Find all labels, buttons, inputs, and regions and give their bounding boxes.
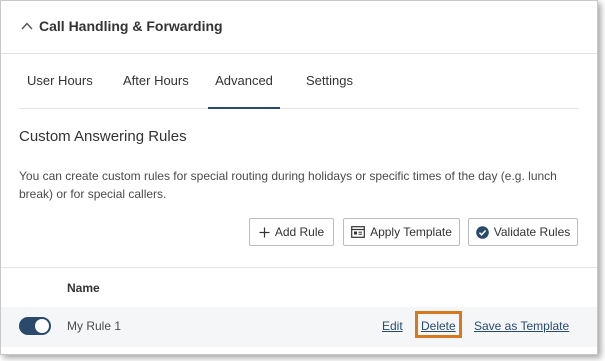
tab-after-hours[interactable]: After Hours [123,53,189,108]
tab-user-hours[interactable]: User Hours [27,53,93,108]
tab-settings[interactable]: Settings [306,53,353,108]
panel-header[interactable]: Call Handling & Forwarding [1,1,597,54]
rule-enabled-toggle[interactable] [19,317,51,335]
add-rule-button[interactable]: Add Rule [249,218,334,246]
table-header: Name [1,267,597,308]
add-rule-label: Add Rule [274,225,325,239]
chevron-up-icon[interactable] [19,18,35,34]
table-row: My Rule 1 Edit Delete Save as Template [1,307,597,347]
tab-advanced[interactable]: Advanced [208,53,280,109]
check-circle-icon [475,225,489,239]
rule-name: My Rule 1 [67,319,122,333]
section-title: Custom Answering Rules [19,128,187,145]
plus-icon [259,227,270,238]
toggle-knob [35,319,49,333]
apply-template-button[interactable]: Apply Template [343,218,460,246]
section-description: You can create custom rules for special … [19,169,557,201]
save-as-template-link[interactable]: Save as Template [474,319,569,333]
edit-link[interactable]: Edit [382,319,403,333]
apply-template-label: Apply Template [370,225,452,239]
column-header-name: Name [67,281,100,295]
template-icon [351,226,365,238]
validate-rules-label: Validate Rules [493,225,571,239]
call-handling-panel: Call Handling & Forwarding User Hours Af… [0,0,598,355]
tab-bar: User Hours After Hours Advanced Settings [19,53,579,109]
delete-highlight-box [415,311,462,338]
validate-rules-button[interactable]: Validate Rules [468,218,578,246]
panel-title: Call Handling & Forwarding [39,18,223,34]
